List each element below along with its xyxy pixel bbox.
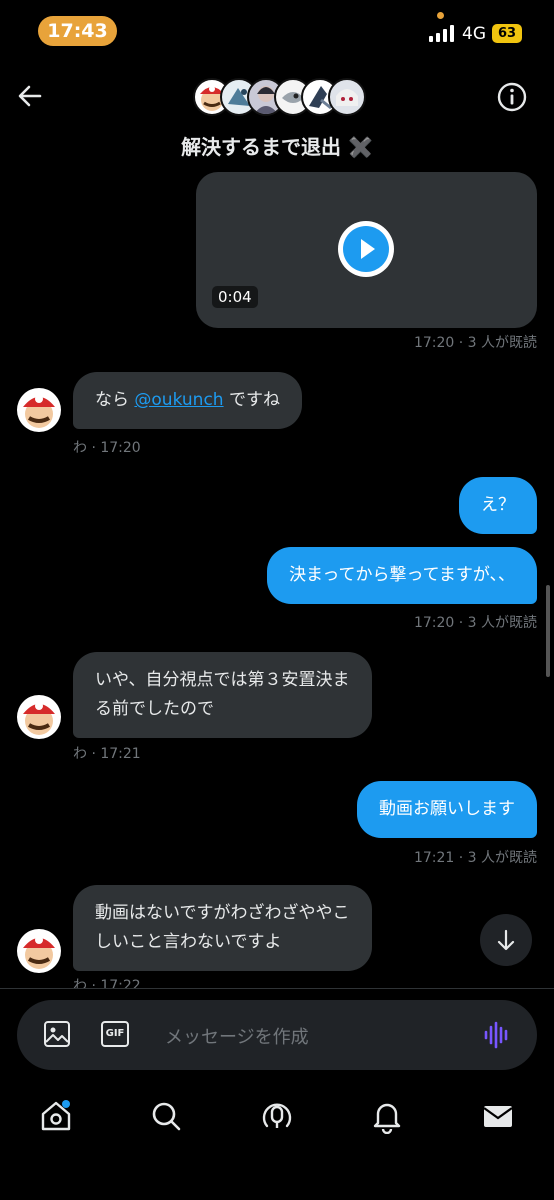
voice-message-icon[interactable] (482, 1020, 512, 1050)
message-text: ですね (223, 390, 280, 410)
conversation-title[interactable]: 解決するまで退出 ✖️ (0, 131, 554, 160)
play-button[interactable] (338, 221, 394, 277)
message-text: なら (95, 390, 135, 410)
message-meta: わ · 17:21 (73, 746, 141, 762)
message-input[interactable]: メッセージを作成 (165, 1023, 309, 1049)
scrollbar[interactable] (546, 585, 550, 677)
info-icon[interactable] (496, 81, 528, 113)
search-icon[interactable] (148, 1098, 184, 1134)
image-icon[interactable] (43, 1020, 71, 1048)
divider (0, 988, 554, 989)
message-text: え？ (481, 495, 515, 515)
avatar-member-6 (328, 78, 366, 116)
message-meta: 17:20 · 3 人が既読 (413, 615, 537, 631)
message-text: る前でしたので (95, 699, 214, 719)
avatar-mario[interactable] (17, 388, 61, 432)
back-arrow-icon[interactable] (14, 80, 46, 112)
spaces-icon[interactable] (259, 1098, 295, 1134)
message-bubble-incoming[interactable]: なら @oukunch ですね (73, 372, 302, 429)
message-text: 決まってから撃ってますが、、 (289, 565, 515, 585)
message-text: しいこと言わないですよ (95, 932, 282, 952)
video-duration: 0:04 (212, 286, 258, 308)
message-meta: わ · 17:22 (73, 978, 141, 988)
message-meta: 17:21 · 3 人が既読 (413, 850, 537, 866)
gif-button[interactable]: GIF (101, 1021, 129, 1047)
home-icon[interactable] (38, 1098, 74, 1134)
message-text: 動画はないですがわざわざややこ (95, 903, 350, 923)
message-bubble-outgoing[interactable]: 決まってから撃ってますが、、 (267, 547, 537, 604)
battery-icon: 63 (492, 24, 522, 43)
message-text: いや、自分視点では第３安置決ま (95, 670, 350, 690)
message-bubble-outgoing[interactable]: え？ (459, 477, 537, 534)
message-text: 動画お願いします (379, 799, 515, 819)
avatar-mario[interactable] (17, 695, 61, 739)
message-bubble-outgoing[interactable]: 動画お願いします (357, 781, 537, 838)
arrow-down-icon (497, 929, 515, 951)
message-bubble-incoming[interactable]: 動画はないですがわざわざややこ しいこと言わないですよ (73, 885, 372, 971)
recording-indicator-dot (437, 12, 444, 19)
status-time: 17:43 (38, 16, 117, 46)
message-bubble-incoming[interactable]: いや、自分視点では第３安置決ま る前でしたので (73, 652, 372, 738)
mention-link[interactable]: @oukunch (134, 390, 223, 410)
message-meta: わ · 17:20 (73, 440, 141, 456)
notifications-bell-icon[interactable] (369, 1098, 405, 1134)
message-meta: 17:20 · 3 人が既読 (413, 335, 537, 351)
network-type: 4G (462, 24, 486, 44)
scroll-to-bottom-button[interactable] (480, 914, 532, 966)
signal-icon (429, 24, 454, 42)
messages-mail-icon[interactable] (480, 1098, 516, 1134)
avatar-mario[interactable] (17, 929, 61, 973)
